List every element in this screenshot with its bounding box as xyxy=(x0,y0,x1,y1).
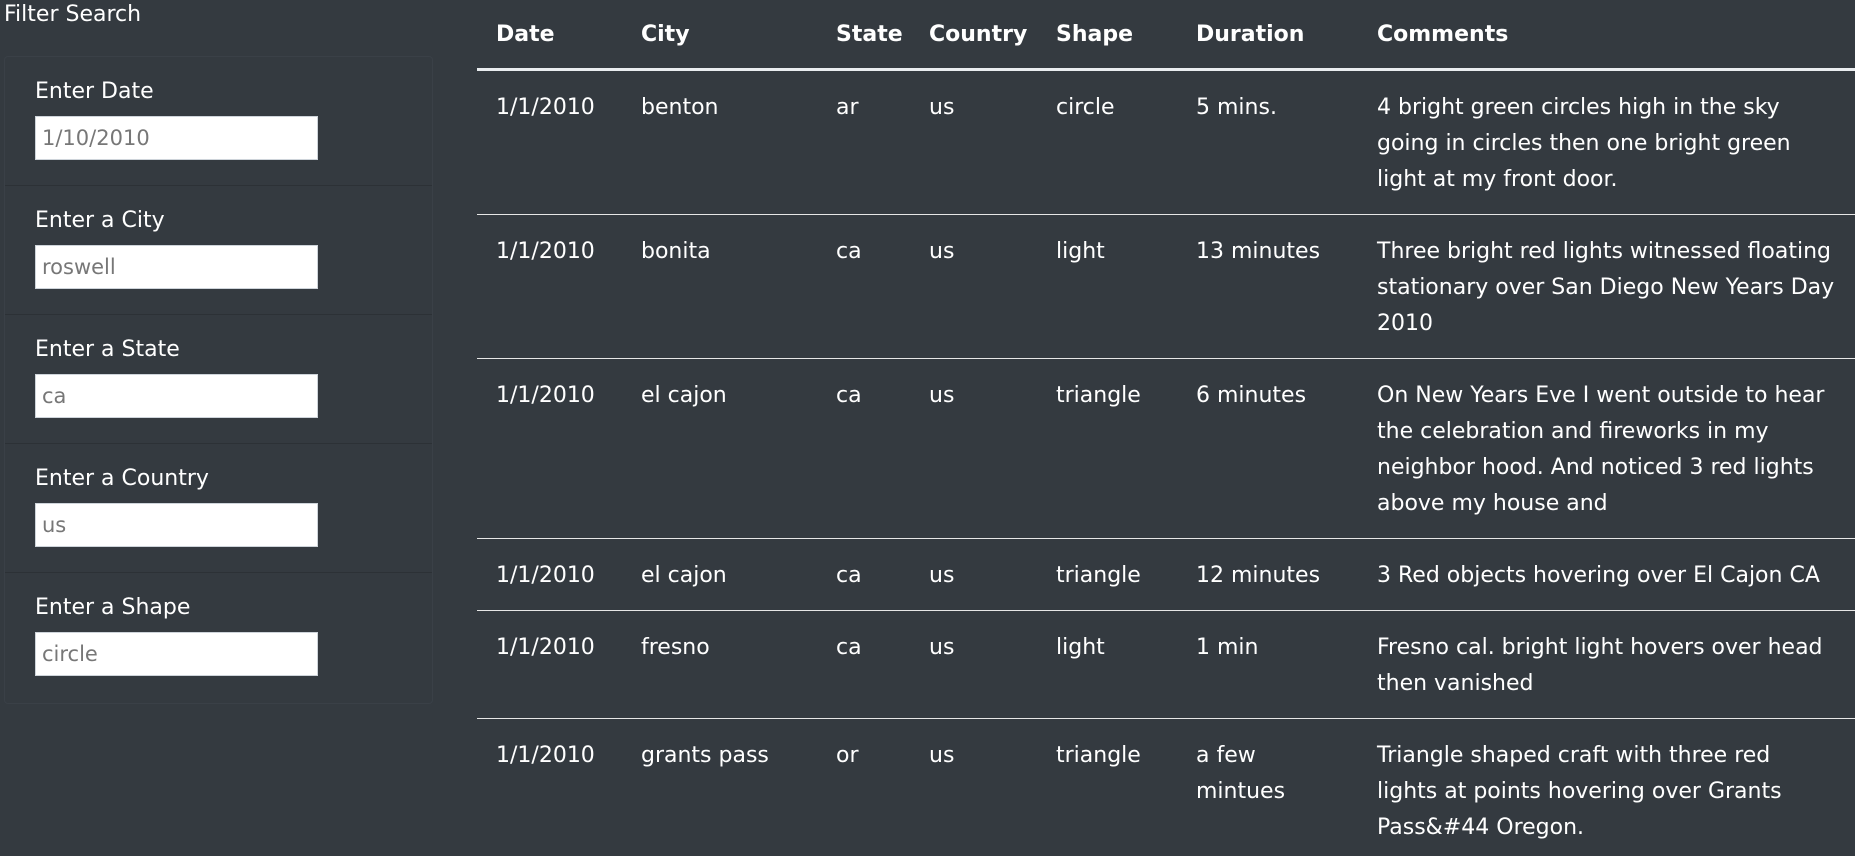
cell-city: el cajon xyxy=(622,358,817,539)
cell-city: bonita xyxy=(622,214,817,359)
cell-comments: Fresno cal. bright light hovers over hea… xyxy=(1358,610,1855,719)
filter-search-title: Filter Search xyxy=(4,2,142,27)
cell-duration: 1 min xyxy=(1177,610,1358,719)
cell-country: us xyxy=(910,69,1037,215)
cell-date: 1/1/2010 xyxy=(477,538,622,611)
cell-city: fresno xyxy=(622,610,817,719)
cell-comments: On New Years Eve I went outside to hear … xyxy=(1358,358,1855,539)
cell-shape: triangle xyxy=(1037,718,1177,856)
column-header-duration: Duration xyxy=(1177,0,1358,71)
ufo-sightings-page: Filter Search Enter Date Enter a City En… xyxy=(0,0,1855,856)
cell-shape: triangle xyxy=(1037,538,1177,611)
column-header-date: Date xyxy=(477,0,622,71)
cell-shape: light xyxy=(1037,610,1177,719)
sightings-table-container: Date City State Country Shape Duration C… xyxy=(477,0,1855,856)
cell-country: us xyxy=(910,538,1037,611)
column-header-shape: Shape xyxy=(1037,0,1177,71)
filter-panel: Enter Date Enter a City Enter a State En… xyxy=(4,56,433,704)
country-input[interactable] xyxy=(35,503,318,547)
cell-state: ca xyxy=(817,358,910,539)
filter-item-country: Enter a Country xyxy=(5,444,432,573)
cell-state: or xyxy=(817,718,910,856)
cell-date: 1/1/2010 xyxy=(477,69,622,215)
filter-item-date: Enter Date xyxy=(5,57,432,186)
cell-comments: Triangle shaped craft with three red lig… xyxy=(1358,718,1855,856)
cell-shape: triangle xyxy=(1037,358,1177,539)
cell-shape: light xyxy=(1037,214,1177,359)
cell-comments: Three bright red lights witnessed floati… xyxy=(1358,214,1855,359)
column-header-comments: Comments xyxy=(1358,0,1855,71)
cell-date: 1/1/2010 xyxy=(477,610,622,719)
filter-item-state: Enter a State xyxy=(5,315,432,444)
cell-state: ar xyxy=(817,69,910,215)
filter-item-city: Enter a City xyxy=(5,186,432,315)
state-input[interactable] xyxy=(35,374,318,418)
cell-city: el cajon xyxy=(622,538,817,611)
cell-country: us xyxy=(910,214,1037,359)
filter-item-shape: Enter a Shape xyxy=(5,573,432,703)
cell-duration: 12 minutes xyxy=(1177,538,1358,611)
cell-comments: 3 Red objects hovering over El Cajon CA xyxy=(1358,538,1855,611)
cell-country: us xyxy=(910,718,1037,856)
cell-date: 1/1/2010 xyxy=(477,358,622,539)
cell-duration: 5 mins. xyxy=(1177,69,1358,215)
table-row: 1/1/2010 el cajon ca us triangle 6 minut… xyxy=(477,358,1855,539)
cell-city: benton xyxy=(622,69,817,215)
cell-state: ca xyxy=(817,214,910,359)
filter-label-shape: Enter a Shape xyxy=(35,595,191,620)
date-input[interactable] xyxy=(35,116,318,160)
cell-duration: 13 minutes xyxy=(1177,214,1358,359)
filter-label-date: Enter Date xyxy=(35,79,154,104)
column-header-state: State xyxy=(817,0,910,71)
table-row: 1/1/2010 fresno ca us light 1 min Fresno… xyxy=(477,610,1855,719)
filter-label-state: Enter a State xyxy=(35,337,180,362)
filter-label-city: Enter a City xyxy=(35,208,165,233)
cell-date: 1/1/2010 xyxy=(477,718,622,856)
sightings-table: Date City State Country Shape Duration C… xyxy=(477,0,1855,856)
column-header-country: Country xyxy=(910,0,1037,71)
cell-city: grants pass xyxy=(622,718,817,856)
cell-comments: 4 bright green circles high in the sky g… xyxy=(1358,69,1855,215)
cell-shape: circle xyxy=(1037,69,1177,215)
cell-duration: 6 minutes xyxy=(1177,358,1358,539)
shape-input[interactable] xyxy=(35,632,318,676)
table-row: 1/1/2010 el cajon ca us triangle 12 minu… xyxy=(477,538,1855,611)
table-header: Date City State Country Shape Duration C… xyxy=(477,0,1855,71)
cell-country: us xyxy=(910,610,1037,719)
city-input[interactable] xyxy=(35,245,318,289)
table-body: 1/1/2010 benton ar us circle 5 mins. 4 b… xyxy=(477,69,1855,856)
table-header-row: Date City State Country Shape Duration C… xyxy=(477,0,1855,71)
cell-country: us xyxy=(910,358,1037,539)
cell-state: ca xyxy=(817,538,910,611)
table-row: 1/1/2010 grants pass or us triangle a fe… xyxy=(477,718,1855,856)
cell-date: 1/1/2010 xyxy=(477,214,622,359)
cell-duration: a few mintues xyxy=(1177,718,1358,856)
table-row: 1/1/2010 benton ar us circle 5 mins. 4 b… xyxy=(477,69,1855,215)
column-header-city: City xyxy=(622,0,817,71)
filter-label-country: Enter a Country xyxy=(35,466,209,491)
cell-state: ca xyxy=(817,610,910,719)
table-row: 1/1/2010 bonita ca us light 13 minutes T… xyxy=(477,214,1855,359)
